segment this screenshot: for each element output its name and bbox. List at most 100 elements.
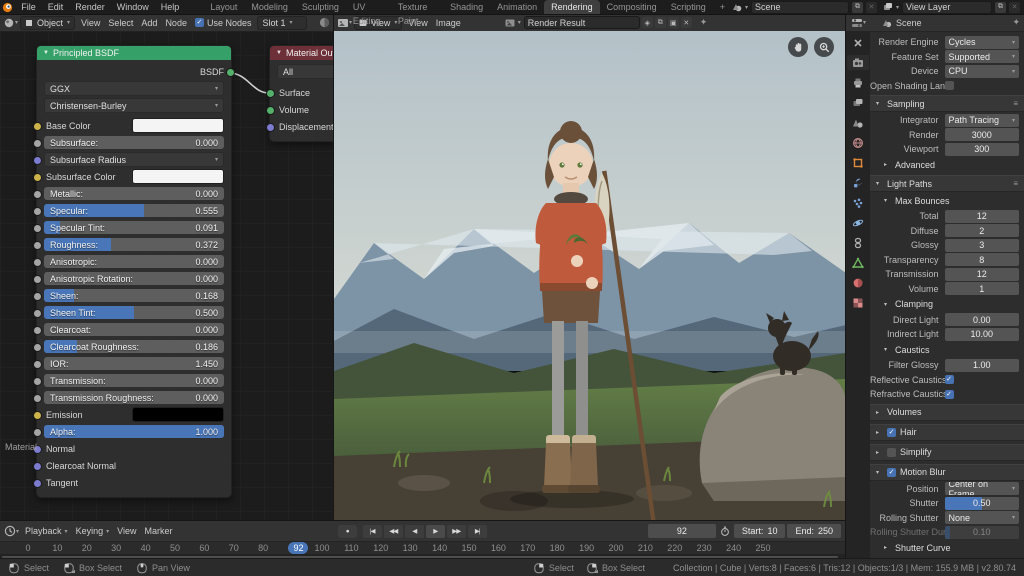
scene-name[interactable]: Scene bbox=[755, 2, 781, 12]
workspace-tab-layout[interactable]: Layout bbox=[203, 0, 244, 14]
value-field-volume[interactable]: 1 bbox=[945, 282, 1019, 295]
panel-clamping[interactable]: ▾Clamping bbox=[870, 297, 1024, 312]
menu-file[interactable]: File bbox=[15, 0, 42, 14]
purple-socket[interactable] bbox=[33, 156, 42, 165]
yellow-socket[interactable] bbox=[33, 122, 42, 131]
workspace-tab-shading[interactable]: Shading bbox=[443, 0, 490, 14]
panel-checkbox-simplify[interactable] bbox=[887, 448, 896, 457]
use-nodes-toggle[interactable]: ✓ Use Nodes bbox=[195, 18, 252, 28]
slider-alpha[interactable]: Alpha:1.000 bbox=[44, 425, 224, 438]
menu-playback[interactable]: Playback ▾ bbox=[21, 526, 72, 536]
pin-icon[interactable]: ✦ bbox=[700, 17, 708, 28]
dropdown-integrator[interactable]: Path Tracing▾ bbox=[945, 114, 1019, 127]
timeline-ruler[interactable]: 0102030405060708010011012013014015016017… bbox=[0, 542, 845, 555]
slider-specular-tint[interactable]: Specular Tint:0.091 bbox=[44, 221, 224, 234]
menu-view[interactable]: View bbox=[77, 18, 104, 28]
next-keyframe-button[interactable]: ▶▶ bbox=[447, 525, 466, 538]
new-scene-button[interactable]: ⧉ bbox=[852, 2, 863, 13]
menu-edit[interactable]: Edit bbox=[42, 0, 70, 14]
gray-socket[interactable] bbox=[33, 343, 42, 352]
panel-volumes[interactable]: ▸Volumes bbox=[870, 404, 1024, 421]
color-swatch-base-color[interactable] bbox=[132, 118, 224, 133]
presets-icon[interactable]: ≡ bbox=[1013, 99, 1019, 108]
workspace-tab-modeling[interactable]: Modeling bbox=[244, 0, 295, 14]
workspace-tab-animation[interactable]: Animation bbox=[490, 0, 544, 14]
slider-transmission[interactable]: Transmission:0.000 bbox=[44, 374, 224, 387]
gray-socket[interactable] bbox=[33, 394, 42, 403]
panel-checkbox-hair[interactable]: ✓ bbox=[887, 428, 896, 437]
slider-sheen-tint[interactable]: Sheen Tint:0.500 bbox=[44, 306, 224, 319]
value-field-glossy[interactable]: 3 bbox=[945, 239, 1019, 252]
checkbox-open-shading-language[interactable] bbox=[945, 81, 954, 90]
workspace-tab-uv-editing[interactable]: UV Editing bbox=[346, 0, 391, 14]
gray-socket[interactable] bbox=[33, 360, 42, 369]
principled-bsdf-header[interactable]: ▼ Principled BSDF bbox=[37, 46, 231, 60]
menu-image[interactable]: Image bbox=[432, 18, 465, 28]
slider-anisotropic-rotation[interactable]: Anisotropic Rotation:0.000 bbox=[44, 272, 224, 285]
zoom-button[interactable] bbox=[814, 37, 834, 57]
workspace-tab-sculpting[interactable]: Sculpting bbox=[295, 0, 346, 14]
delete-scene-button[interactable]: ✕ bbox=[866, 2, 877, 13]
playhead[interactable]: 92 bbox=[288, 542, 308, 554]
slider-specular[interactable]: Specular:0.555 bbox=[44, 204, 224, 217]
frame-start-field[interactable]: Start:10 bbox=[734, 524, 786, 538]
purple-socket[interactable] bbox=[33, 462, 42, 471]
gray-socket[interactable] bbox=[33, 139, 42, 148]
panel-hair[interactable]: ▸✓Hair bbox=[870, 424, 1024, 441]
value-field-diffuse[interactable]: 2 bbox=[945, 224, 1019, 237]
green-socket[interactable] bbox=[266, 89, 275, 98]
properties-tab-world[interactable] bbox=[847, 135, 869, 150]
gray-socket[interactable] bbox=[33, 428, 42, 437]
panel-checkbox-motion-blur[interactable]: ✓ bbox=[887, 468, 896, 477]
properties-tab-constraints[interactable] bbox=[847, 235, 869, 250]
material-output-header[interactable]: ▼ Material Out bbox=[270, 46, 333, 60]
slider-metallic[interactable]: Metallic:0.000 bbox=[44, 187, 224, 200]
editor-type-shader-icon[interactable]: ▾ bbox=[3, 17, 18, 29]
jump-to-start-button[interactable]: |◀ bbox=[363, 525, 382, 538]
properties-tab-object[interactable] bbox=[847, 155, 869, 170]
slider-rolling-shutter-dur[interactable]: 0.10 bbox=[945, 526, 1019, 539]
color-swatch-subsurface-color[interactable] bbox=[132, 169, 224, 184]
value-field-direct-light[interactable]: 0.00 bbox=[945, 313, 1019, 326]
slider-ior[interactable]: IOR:1.450 bbox=[44, 357, 224, 370]
panel-motion-blur[interactable]: ▾✓Motion Blur bbox=[870, 464, 1024, 481]
play-button[interactable]: ▶ bbox=[426, 525, 445, 538]
checkbox-reflective-caustics[interactable]: ✓ bbox=[945, 375, 954, 384]
value-field-filter-glossy[interactable]: 1.00 bbox=[945, 359, 1019, 372]
value-field-viewport[interactable]: 300 bbox=[945, 143, 1019, 156]
properties-tab-render[interactable] bbox=[847, 55, 869, 70]
slider-transmission-roughness[interactable]: Transmission Roughness:0.000 bbox=[44, 391, 224, 404]
menu-render[interactable]: Render bbox=[69, 0, 111, 14]
slider-roughness[interactable]: Roughness:0.372 bbox=[44, 238, 224, 251]
slider-anisotropic[interactable]: Anisotropic:0.000 bbox=[44, 255, 224, 268]
pan-view-button[interactable] bbox=[788, 37, 808, 57]
menu-help[interactable]: Help bbox=[155, 0, 186, 14]
slider-clearcoat[interactable]: Clearcoat:0.000 bbox=[44, 323, 224, 336]
jump-to-end-button[interactable]: ▶| bbox=[468, 525, 487, 538]
menu-select[interactable]: Select bbox=[104, 18, 137, 28]
slider-clearcoat-roughness[interactable]: Clearcoat Roughness:0.186 bbox=[44, 340, 224, 353]
workspace-tab-scripting[interactable]: Scripting bbox=[664, 0, 713, 14]
slot-dropdown[interactable]: Slot 1▾ bbox=[257, 16, 307, 30]
principled-bsdf-node[interactable]: ▼ Principled BSDF BSDF GGX▾ Christensen-… bbox=[36, 45, 232, 498]
view-layer-name[interactable]: View Layer bbox=[906, 2, 950, 12]
dropdown-render-engine[interactable]: Cycles▾ bbox=[945, 36, 1019, 49]
panel-simplify[interactable]: ▸Simplify bbox=[870, 444, 1024, 461]
pin-icon[interactable]: ✦ bbox=[1012, 17, 1020, 28]
preview-range-icon[interactable] bbox=[718, 526, 732, 536]
properties-tab-output[interactable] bbox=[847, 75, 869, 90]
dropdown-position[interactable]: Center on Frame▾ bbox=[945, 482, 1019, 495]
yellow-socket[interactable] bbox=[33, 173, 42, 182]
dropdown-rolling-shutter[interactable]: None▾ bbox=[945, 511, 1019, 524]
workspace-tab-compositing[interactable]: Compositing bbox=[600, 0, 664, 14]
menu-marker[interactable]: Marker bbox=[140, 526, 176, 536]
workspace-tab-texture-paint[interactable]: Texture Paint bbox=[391, 0, 443, 14]
use-nodes-checkbox[interactable]: ✓ bbox=[195, 18, 204, 27]
purple-socket[interactable] bbox=[266, 123, 275, 132]
gray-socket[interactable] bbox=[33, 275, 42, 284]
view-layer-selector[interactable]: ▾ View Layer ⧉ ✕ bbox=[883, 1, 1020, 14]
dropdown-subsurface-radius[interactable]: Subsurface Radius▾ bbox=[44, 152, 224, 167]
editor-type-image-icon[interactable]: ▾ bbox=[337, 17, 352, 29]
properties-tab-scene[interactable] bbox=[847, 115, 869, 130]
material-preview-icon[interactable] bbox=[319, 17, 330, 28]
